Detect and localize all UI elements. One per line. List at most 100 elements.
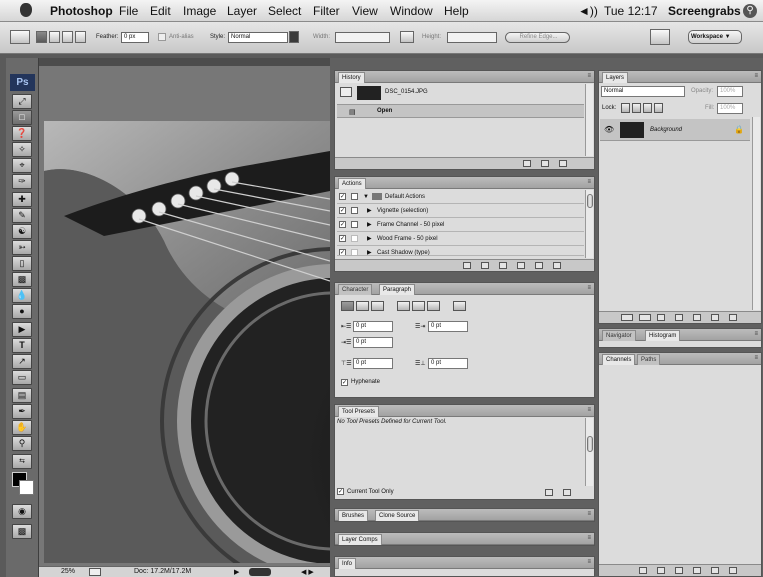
canvas-image[interactable] — [44, 121, 330, 563]
width-input[interactable] — [335, 32, 390, 43]
tab-layers[interactable]: Layers — [602, 72, 629, 83]
action-row[interactable]: ✓ ▶ Vignette (selection) — [337, 205, 584, 218]
tab-paragraph[interactable]: Paragraph — [379, 284, 416, 295]
action-toggle-checkbox[interactable]: ✓ — [339, 221, 346, 228]
tab-brushes[interactable]: Brushes — [338, 510, 369, 521]
trash-icon[interactable] — [563, 489, 571, 496]
speaker-icon[interactable]: ◄)) — [578, 4, 598, 18]
subtract-selection-icon[interactable] — [62, 31, 73, 43]
direct-selection-tool-icon[interactable]: ↗ — [12, 354, 32, 369]
status-scroll-thumb[interactable] — [249, 568, 271, 576]
make-work-path-icon[interactable] — [693, 567, 701, 574]
menu-select[interactable]: Select — [268, 4, 301, 18]
default-colors-icon[interactable]: ⇆ — [12, 454, 32, 469]
layer-style-fx-icon[interactable] — [639, 314, 651, 321]
tab-info[interactable]: Info — [338, 558, 357, 569]
tab-tool-presets[interactable]: Tool Presets — [338, 406, 380, 417]
brush-tool-icon[interactable]: ✎ — [12, 208, 32, 223]
record-icon[interactable] — [481, 262, 489, 269]
screen-mode-icon[interactable]: ▩ — [12, 524, 32, 539]
workspace-menu[interactable]: Workspace ▼ — [688, 30, 742, 44]
new-preset-icon[interactable] — [545, 489, 553, 496]
opacity-input[interactable]: 100% — [717, 86, 743, 97]
blur-tool-icon[interactable]: 💧 — [12, 288, 32, 303]
new-snapshot-icon[interactable] — [541, 160, 549, 167]
adjustment-layer-icon[interactable] — [675, 314, 683, 321]
move-tool-icon[interactable]: ⤢ — [12, 94, 32, 109]
justify-all-icon[interactable] — [453, 301, 466, 311]
lock-all-icon[interactable] — [654, 103, 663, 113]
play-icon[interactable] — [499, 262, 507, 269]
panel-menu-icon[interactable]: ≡ — [587, 559, 591, 565]
clock[interactable]: Tue 12:17 — [604, 4, 658, 18]
history-step[interactable]: ▤ Open — [337, 104, 584, 118]
tab-history[interactable]: History — [338, 72, 365, 83]
lock-position-icon[interactable] — [643, 103, 652, 113]
menu-window[interactable]: Window — [390, 4, 433, 18]
lock-transparency-icon[interactable] — [621, 103, 630, 113]
action-toggle-checkbox[interactable]: ✓ — [339, 207, 346, 214]
align-left-icon[interactable] — [341, 301, 354, 311]
tool-presets-scroll-thumb[interactable] — [587, 436, 593, 452]
panel-menu-icon[interactable]: ≡ — [587, 407, 591, 413]
zoom-button-icon[interactable] — [89, 568, 101, 576]
space-after-input[interactable]: 0 pt — [428, 358, 468, 369]
menu-view[interactable]: View — [352, 4, 378, 18]
menu-layer[interactable]: Layer — [227, 4, 257, 18]
style-select[interactable]: Normal — [228, 32, 288, 43]
action-row[interactable]: ✓ ▶ Cast Shadow (type) — [337, 247, 584, 256]
lasso-tool-icon[interactable]: ❓ — [12, 126, 32, 141]
collapsed-triangle-icon[interactable]: ▶ — [367, 219, 372, 231]
indent-right-input[interactable]: 0 pt — [428, 321, 468, 332]
space-before-input[interactable]: 0 pt — [353, 358, 393, 369]
trash-icon[interactable] — [559, 160, 567, 167]
panel-menu-icon[interactable]: ≡ — [754, 355, 758, 361]
tab-layer-comps[interactable]: Layer Comps — [338, 534, 382, 545]
load-selection-icon[interactable] — [675, 567, 683, 574]
menu-image[interactable]: Image — [183, 4, 216, 18]
eyedropper-sample-tool-icon[interactable]: ✒ — [12, 404, 32, 419]
eraser-tool-icon[interactable]: ▯ — [12, 256, 32, 271]
tab-clone-source[interactable]: Clone Source — [375, 510, 420, 521]
history-brush-source-icon[interactable] — [340, 87, 352, 97]
menu-app-name[interactable]: Photoshop — [50, 4, 113, 18]
clone-stamp-tool-icon[interactable]: ☯ — [12, 224, 32, 239]
rectangle-shape-tool-icon[interactable]: ▭ — [12, 370, 32, 385]
dialog-toggle-checkbox[interactable] — [351, 193, 358, 200]
new-layer-icon[interactable] — [711, 314, 719, 321]
expand-triangle-icon[interactable]: ▼ — [363, 191, 369, 203]
intersect-selection-icon[interactable] — [75, 31, 86, 43]
panel-menu-icon[interactable]: ≡ — [754, 331, 758, 337]
actions-scrollbar[interactable] — [585, 190, 593, 258]
tab-character[interactable]: Character — [338, 284, 373, 295]
new-selection-icon[interactable] — [36, 31, 47, 43]
menu-help[interactable]: Help — [444, 4, 469, 18]
collapsed-triangle-icon[interactable]: ▶ — [367, 205, 372, 217]
quick-mask-icon[interactable]: ◉ — [12, 504, 32, 519]
spotlight-search-icon[interactable]: ⚲ — [743, 4, 757, 18]
panel-menu-icon[interactable]: ≡ — [587, 535, 591, 541]
new-set-icon[interactable] — [517, 262, 525, 269]
dodge-tool-icon[interactable]: ● — [12, 304, 32, 319]
stroke-path-icon[interactable] — [657, 567, 665, 574]
link-layers-icon[interactable] — [621, 314, 633, 321]
actions-scroll-thumb[interactable] — [587, 194, 593, 208]
tab-paths[interactable]: Paths — [637, 354, 661, 365]
background-color-swatch[interactable] — [19, 480, 34, 495]
hyphenate-checkbox[interactable]: ✓ — [341, 379, 348, 386]
justify-right-icon[interactable] — [427, 301, 440, 311]
action-toggle-checkbox[interactable]: ✓ — [339, 193, 346, 200]
align-right-icon[interactable] — [371, 301, 384, 311]
user-name[interactable]: Screengrabs — [668, 4, 741, 18]
panel-menu-icon[interactable]: ≡ — [587, 511, 591, 517]
tab-navigator[interactable]: Navigator — [602, 330, 636, 341]
antialias-checkbox[interactable] — [158, 33, 166, 41]
history-brush-tool-icon[interactable]: ➳ — [12, 240, 32, 255]
dialog-toggle-checkbox[interactable] — [351, 249, 358, 255]
trash-icon[interactable] — [553, 262, 561, 269]
quick-selection-tool-icon[interactable]: ✧ — [12, 142, 32, 157]
bridge-icon[interactable] — [650, 29, 670, 45]
zoom-tool-icon[interactable]: ⚲ — [12, 436, 32, 451]
panel-menu-icon[interactable]: ≡ — [587, 179, 591, 185]
panel-menu-icon[interactable]: ≡ — [754, 73, 758, 79]
